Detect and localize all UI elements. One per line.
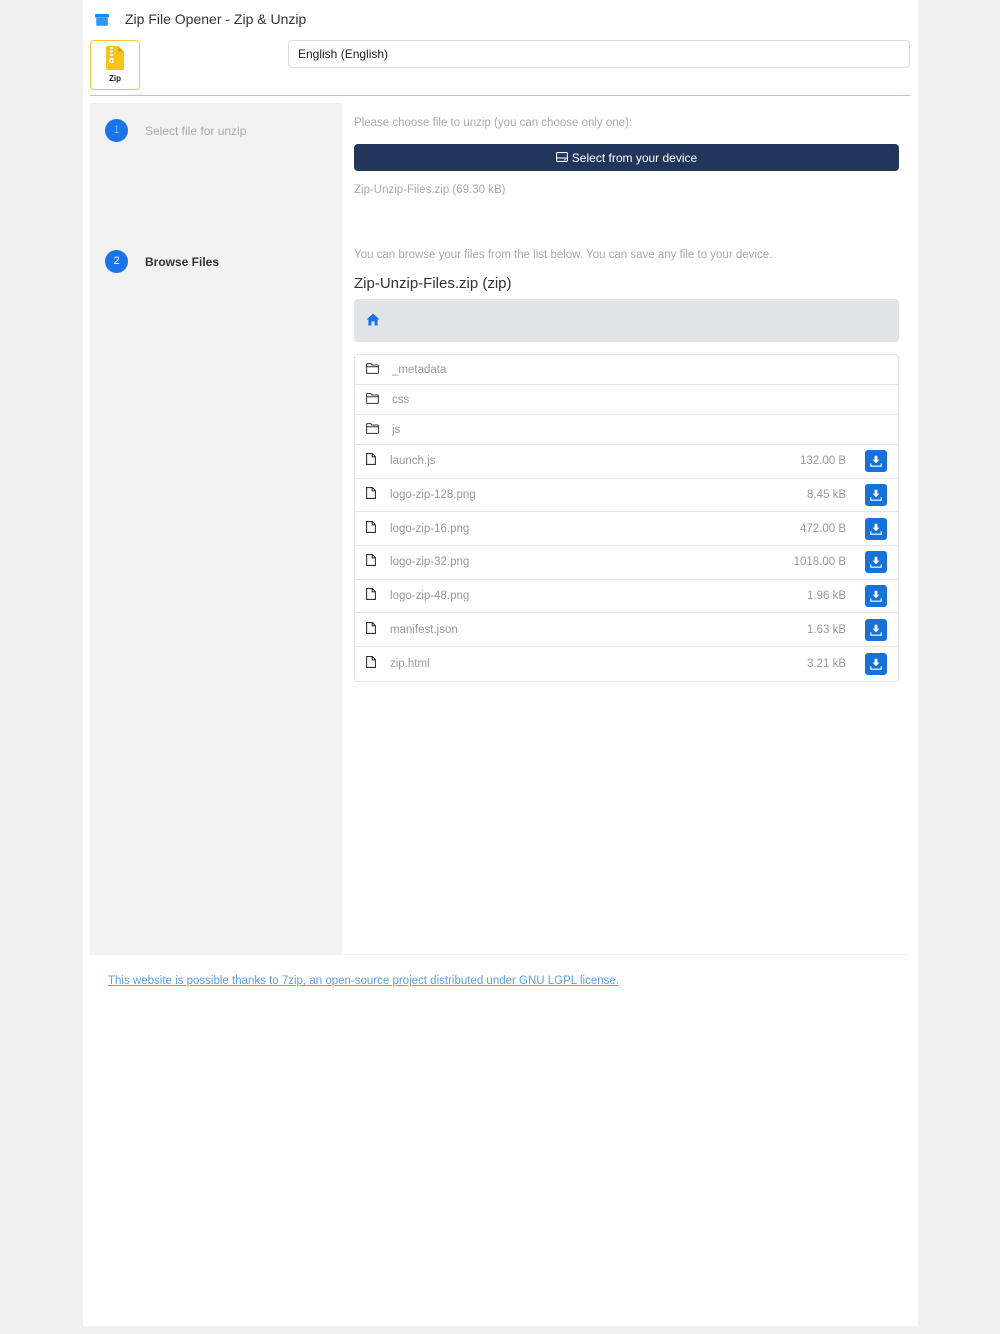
hard-drive-icon xyxy=(555,151,568,165)
file-size: 472.00 B xyxy=(799,522,846,535)
file-size: 1.63 kB xyxy=(807,623,846,636)
selected-file-info: Zip-Unzip-Files.zip (69.30 kB) xyxy=(354,184,506,196)
footer-divider xyxy=(90,954,910,955)
app-title: Zip File Opener - Zip & Unzip xyxy=(125,11,307,27)
folder-name: _metadata xyxy=(392,363,447,376)
download-icon xyxy=(870,489,882,501)
zip-file-icon xyxy=(106,46,124,75)
file-name: manifest.json xyxy=(390,623,458,636)
download-button[interactable] xyxy=(865,484,887,507)
file-name: logo-zip-48.png xyxy=(390,590,470,603)
choose-file-instruction: Please choose file to unzip (you can cho… xyxy=(354,117,633,129)
folder-icon xyxy=(366,421,379,439)
archive-title: Zip-Unzip-Files.zip (zip) xyxy=(354,275,512,292)
file-row: zip.html 3.21 kB xyxy=(355,647,898,681)
file-name: logo-zip-128.png xyxy=(390,489,476,502)
file-row: logo-zip-16.png 472.00 B xyxy=(355,512,898,547)
download-button[interactable] xyxy=(865,517,887,540)
zip-tool-tile[interactable]: Zip xyxy=(90,40,140,90)
step-browse-files: 2 Browse Files xyxy=(105,250,219,273)
breadcrumb xyxy=(354,299,899,342)
file-row: launch.js 132.00 B xyxy=(355,445,898,479)
file-size: 132.00 B xyxy=(799,455,846,468)
file-row: manifest.json 1.63 kB xyxy=(355,613,898,648)
file-icon xyxy=(366,520,376,538)
step-label: Browse Files xyxy=(145,254,220,269)
download-button[interactable] xyxy=(865,618,887,641)
step-number-badge: 2 xyxy=(105,250,128,273)
download-button[interactable] xyxy=(865,585,887,608)
file-row: logo-zip-48.png 1.96 kB xyxy=(355,580,898,614)
app-header: Zip File Opener - Zip & Unzip xyxy=(95,8,306,30)
download-icon xyxy=(870,456,882,468)
download-icon xyxy=(870,624,882,636)
file-name: zip.html xyxy=(390,657,430,670)
language-select[interactable]: English (English) xyxy=(288,40,910,68)
file-name: logo-zip-32.png xyxy=(390,556,470,569)
file-icon xyxy=(366,553,376,571)
select-from-device-label: Select from your device xyxy=(571,150,698,165)
step-select-file: 1 Select file for unzip xyxy=(105,119,246,142)
steps-panel: 1 Select file for unzip 2 Browse Files xyxy=(90,103,342,954)
download-button[interactable] xyxy=(865,551,887,574)
download-button[interactable] xyxy=(865,450,887,473)
file-icon xyxy=(366,486,376,504)
browse-instruction: You can browse your files from the list … xyxy=(354,249,773,261)
download-button[interactable] xyxy=(865,652,887,675)
folder-row[interactable]: js xyxy=(355,415,898,445)
file-icon xyxy=(366,655,376,673)
folder-row[interactable]: css xyxy=(355,385,898,415)
step-label: Select file for unzip xyxy=(145,123,247,138)
header-divider xyxy=(90,95,910,96)
folder-name: css xyxy=(392,393,410,406)
download-icon xyxy=(870,658,882,670)
step-number-badge: 1 xyxy=(105,119,128,142)
file-size: 1018.00 B xyxy=(793,556,846,569)
file-icon xyxy=(366,452,376,470)
home-icon[interactable] xyxy=(366,313,380,331)
page-container: Zip File Opener - Zip & Unzip Zip Englis… xyxy=(83,0,918,1326)
file-name: launch.js xyxy=(390,455,436,468)
folder-row[interactable]: _metadata xyxy=(355,355,898,385)
select-from-device-button[interactable]: Select from your device xyxy=(354,144,899,171)
zip-tile-label: Zip xyxy=(109,74,121,83)
file-list: _metadata css js launch.js 132.00 B logo… xyxy=(354,354,899,682)
archive-box-icon xyxy=(95,13,109,26)
file-size: 8.45 kB xyxy=(807,489,846,502)
7zip-license-link[interactable]: This website is possible thanks to 7zip,… xyxy=(108,975,619,987)
download-icon xyxy=(870,590,882,602)
folder-name: js xyxy=(392,423,401,436)
file-row: logo-zip-32.png 1018.00 B xyxy=(355,546,898,580)
file-size: 3.21 kB xyxy=(807,657,846,670)
file-size: 1.96 kB xyxy=(807,590,846,603)
file-row: logo-zip-128.png 8.45 kB xyxy=(355,479,898,513)
download-icon xyxy=(870,557,882,569)
folder-icon xyxy=(366,361,379,379)
file-name: logo-zip-16.png xyxy=(390,522,470,535)
file-icon xyxy=(366,621,376,639)
download-icon xyxy=(870,523,882,535)
file-icon xyxy=(366,587,376,605)
folder-icon xyxy=(366,391,379,409)
